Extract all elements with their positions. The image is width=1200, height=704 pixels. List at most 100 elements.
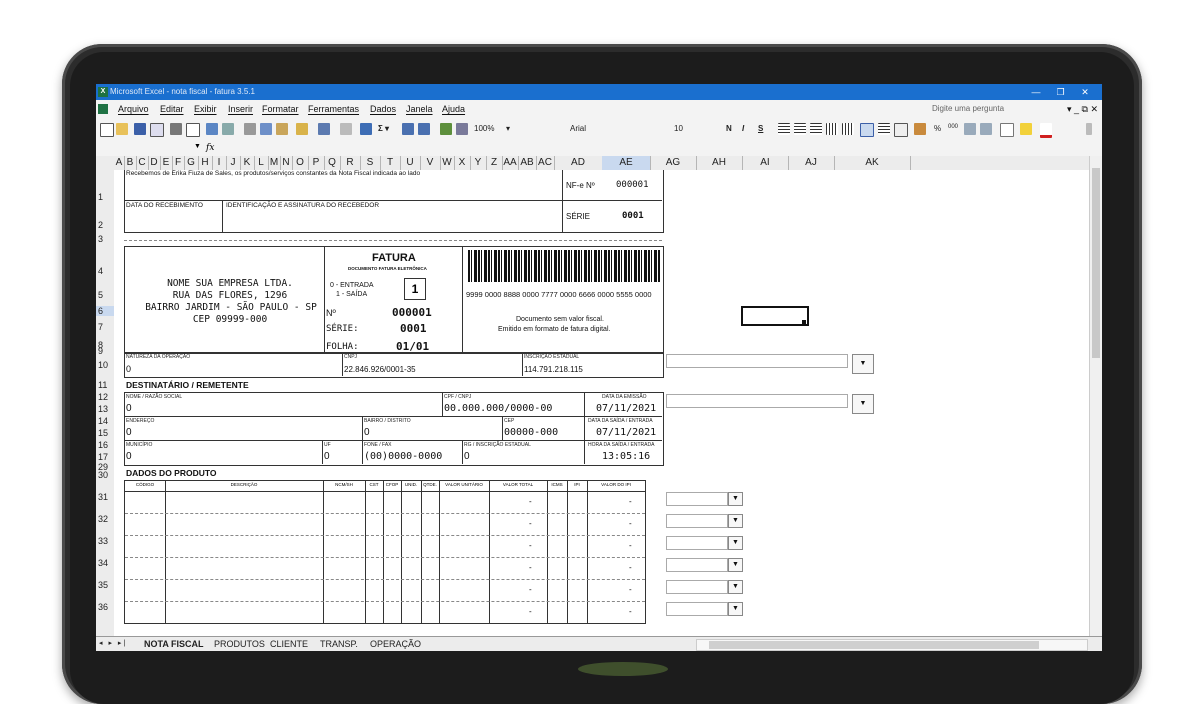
menu-formatar[interactable]: Formatar: [262, 100, 299, 118]
table-row[interactable]: --: [125, 513, 645, 535]
open-folder-icon[interactable]: [116, 123, 128, 135]
row-header[interactable]: 30: [98, 470, 108, 480]
column-header[interactable]: AE: [602, 156, 651, 170]
column-header[interactable]: AH: [696, 156, 743, 170]
row-header[interactable]: 6: [96, 306, 114, 316]
table-row[interactable]: --: [125, 491, 645, 513]
row-header[interactable]: 1: [98, 192, 103, 202]
active-cell[interactable]: [741, 306, 809, 326]
insert-function-icon[interactable]: fx: [206, 143, 214, 153]
column-header[interactable]: AA: [502, 156, 519, 170]
spelling-icon[interactable]: [206, 123, 218, 135]
save-icon[interactable]: [134, 123, 146, 135]
column-header[interactable]: Z: [486, 156, 503, 170]
distribute-icon[interactable]: [826, 123, 838, 135]
zoom-select[interactable]: 100%: [474, 124, 494, 133]
workbook-window-controls[interactable]: ▾ _ ⧉ ✕: [1067, 100, 1098, 118]
worksheet[interactable]: Recebemos de Érika Fiuza de Sales, os pr…: [114, 170, 1102, 636]
tab-produtos[interactable]: PRODUTOS: [214, 637, 265, 651]
row-header[interactable]: 17: [98, 452, 108, 462]
vertical-scrollbar[interactable]: [1089, 156, 1102, 636]
product-dropdown[interactable]: [666, 602, 728, 616]
row-header[interactable]: 12: [98, 392, 108, 402]
row-header[interactable]: 2: [98, 220, 103, 230]
column-header[interactable]: AB: [518, 156, 537, 170]
column-header[interactable]: AD: [554, 156, 603, 170]
copy-icon[interactable]: [260, 123, 272, 135]
row-header[interactable]: 13: [98, 404, 108, 414]
column-header[interactable]: AC: [536, 156, 555, 170]
column-header[interactable]: K: [240, 156, 255, 170]
format-painter-icon[interactable]: [296, 123, 308, 135]
product-dropdown-arrow[interactable]: ▼: [728, 558, 743, 572]
column-header[interactable]: AI: [742, 156, 789, 170]
column-header[interactable]: S: [360, 156, 381, 170]
table-row[interactable]: --: [125, 601, 645, 623]
menu-arquivo[interactable]: Arquivo: [118, 100, 149, 118]
help-search-input[interactable]: Digite uma pergunta: [932, 100, 1004, 118]
product-dropdown[interactable]: [666, 514, 728, 528]
row-header[interactable]: 36: [98, 602, 108, 612]
font-name-select[interactable]: Arial: [570, 124, 586, 133]
cliente-dropdown-arrow[interactable]: ▼: [852, 394, 874, 414]
maximize-button[interactable]: ❐: [1049, 84, 1071, 100]
redo-icon[interactable]: [340, 123, 352, 135]
permission-icon[interactable]: [150, 123, 164, 137]
column-header[interactable]: W: [440, 156, 455, 170]
chart-wizard-icon[interactable]: [440, 123, 452, 135]
fill-color-icon[interactable]: [1020, 123, 1032, 135]
menu-exibir[interactable]: Exibir: [194, 100, 217, 118]
menu-editar[interactable]: Editar: [160, 100, 184, 118]
row-header[interactable]: 14: [98, 416, 108, 426]
row-header[interactable]: 10: [98, 360, 108, 370]
zoom-dropdown-icon[interactable]: ▾: [506, 124, 510, 133]
row-header[interactable]: 11: [98, 380, 107, 390]
natureza-dropdown[interactable]: [666, 354, 848, 368]
underline-button[interactable]: S: [758, 124, 763, 133]
product-dropdown[interactable]: [666, 536, 728, 550]
tab-nota-fiscal[interactable]: NOTA FISCAL: [144, 637, 204, 651]
sheet-nav-arrows[interactable]: ◂ ▸ ▸|: [99, 639, 127, 647]
row-header[interactable]: 5: [98, 290, 103, 300]
bold-button[interactable]: N: [726, 124, 732, 133]
natureza-dropdown-arrow[interactable]: ▼: [852, 354, 874, 374]
merge-center-icon[interactable]: [860, 123, 874, 137]
research-icon[interactable]: [222, 123, 234, 135]
table-row[interactable]: --: [125, 579, 645, 601]
product-dropdown-arrow[interactable]: ▼: [728, 602, 743, 616]
toolbar-options-icon[interactable]: [1086, 123, 1092, 135]
column-header[interactable]: Y: [470, 156, 487, 170]
column-header[interactable]: G: [184, 156, 199, 170]
paste-icon[interactable]: [276, 123, 288, 135]
column-header[interactable]: H: [198, 156, 213, 170]
row-header[interactable]: 31: [98, 492, 108, 502]
autosum-icon[interactable]: Σ ▾: [378, 124, 389, 133]
row-header[interactable]: 3: [98, 234, 103, 244]
close-button[interactable]: ✕: [1074, 84, 1096, 100]
menu-ferramentas[interactable]: Ferramentas: [308, 100, 359, 118]
align-left-icon[interactable]: [778, 123, 790, 135]
row-header[interactable]: 7: [98, 322, 103, 332]
product-dropdown-arrow[interactable]: ▼: [728, 514, 743, 528]
new-document-icon[interactable]: [100, 123, 114, 137]
column-header[interactable]: Q: [324, 156, 341, 170]
column-header[interactable]: AG: [650, 156, 697, 170]
menu-ajuda[interactable]: Ajuda: [442, 100, 465, 118]
column-header[interactable]: AK: [834, 156, 911, 170]
column-header[interactable]: I: [212, 156, 227, 170]
menu-inserir[interactable]: Inserir: [228, 100, 253, 118]
column-header[interactable]: U: [400, 156, 421, 170]
column-header[interactable]: V: [420, 156, 441, 170]
product-dropdown-arrow[interactable]: ▼: [728, 492, 743, 506]
row-header[interactable]: 32: [98, 514, 108, 524]
product-dropdown[interactable]: [666, 580, 728, 594]
fill-handle[interactable]: [802, 320, 806, 324]
print-icon[interactable]: [170, 123, 182, 135]
wrap-text-icon[interactable]: [878, 123, 890, 135]
tab-cliente[interactable]: CLIENTE: [270, 637, 308, 651]
product-dropdown[interactable]: [666, 492, 728, 506]
undo-icon[interactable]: [318, 123, 330, 135]
product-dropdown-arrow[interactable]: ▼: [728, 580, 743, 594]
column-header[interactable]: L: [254, 156, 269, 170]
row-header[interactable]: 34: [98, 558, 108, 568]
